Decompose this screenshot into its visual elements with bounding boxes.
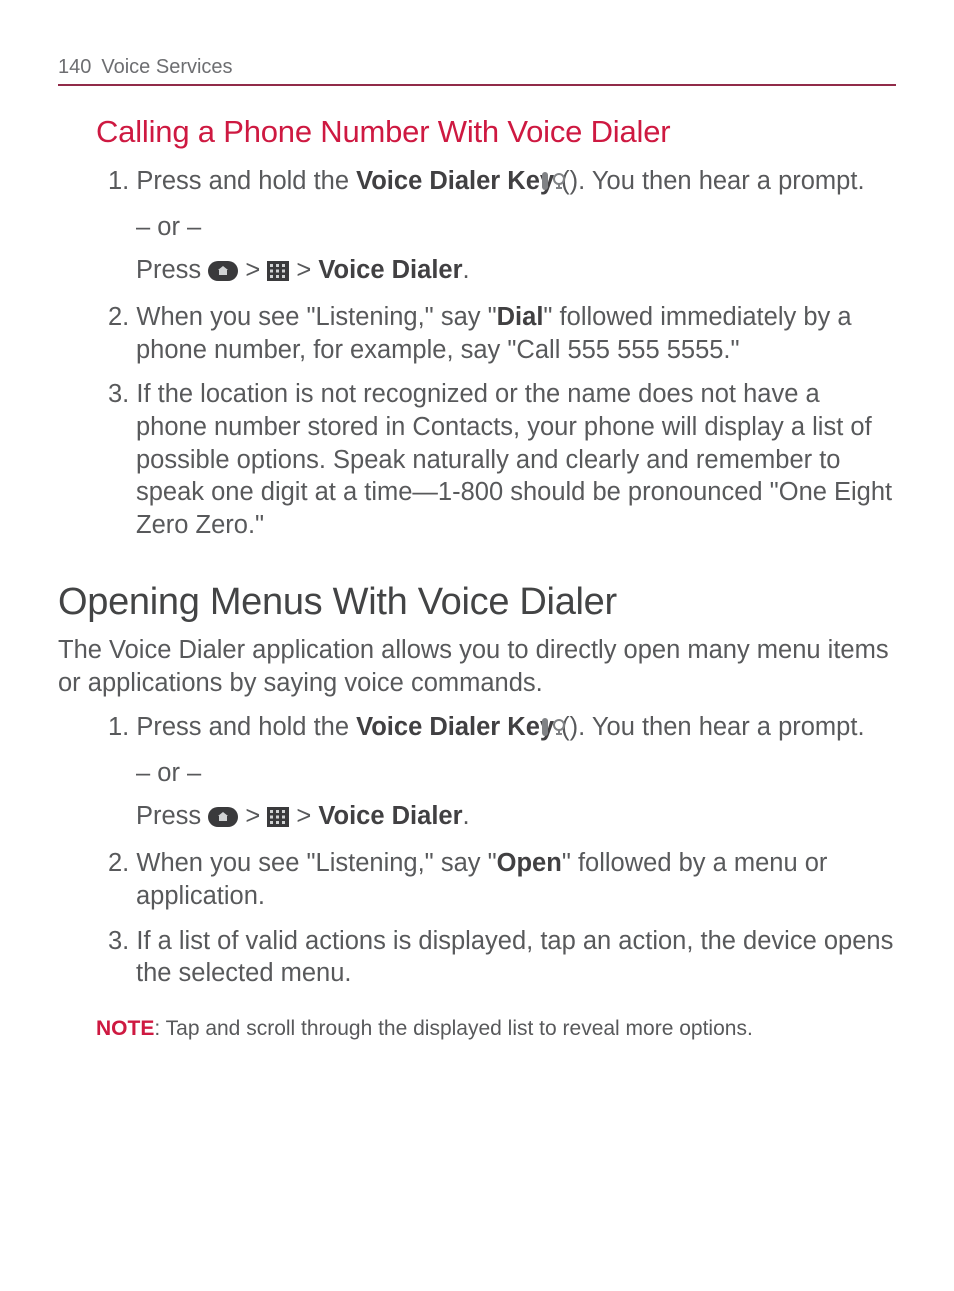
gt: > [238,802,267,830]
step-text: When you see "Listening," say " [136,303,496,331]
home-button-icon [208,257,238,290]
or-text: – or – [136,757,896,790]
step-bold: Open [497,849,562,877]
voice-dialer-label: Voice Dialer [318,256,462,284]
step-bold: Dial [497,303,544,331]
step-text: ). You then hear a prompt. [570,713,865,741]
step-1: 1. Press and hold the Voice Dialer Key (… [108,165,896,301]
step-number: 2. [108,849,129,877]
step-text: Press and hold the [136,167,356,195]
apps-grid-icon [267,803,289,836]
step-number: 2. [108,303,129,331]
step-text: If the location is not recognized or the… [136,380,892,539]
section-name: Voice Services [101,55,232,81]
note-text: : Tap and scroll through the displayed l… [154,1017,752,1040]
step-text: If a list of valid actions is displayed,… [136,927,893,988]
page-number: 140 [58,55,91,81]
note: NOTE: Tap and scroll through the display… [96,1016,896,1043]
main-heading-opening: Opening Menus With Voice Dialer [58,578,896,627]
intro-paragraph: The Voice Dialer application allows you … [58,634,896,699]
gt: > [289,256,318,284]
step-number: 1. [108,713,129,741]
step-3: 3. If the location is not recognized or … [108,378,896,553]
or-text: – or – [136,211,896,244]
gt: > [238,256,267,284]
apps-grid-icon [267,257,289,290]
step-text: When you see "Listening," say " [136,849,496,877]
step-3: 3. If a list of valid actions is display… [108,925,896,1002]
page-header: 140 Voice Services [58,55,896,86]
step-1: 1. Press and hold the Voice Dialer Key (… [108,711,896,847]
home-button-icon [208,803,238,836]
press-text: Press [136,802,208,830]
step-bold: Voice Dialer Key [356,167,554,195]
period: . [463,802,470,830]
period: . [463,256,470,284]
sub-heading-calling: Calling a Phone Number With Voice Dialer [96,112,896,152]
voice-dialer-label: Voice Dialer [318,802,462,830]
step-number: 3. [108,927,129,955]
step-text: ). You then hear a prompt. [570,167,865,195]
press-text: Press [136,256,208,284]
step-2: 2. When you see "Listening," say "Dial" … [108,301,896,378]
gt: > [289,802,318,830]
step-number: 3. [108,380,129,408]
step-text: Press and hold the [136,713,356,741]
step-number: 1. [108,167,129,195]
step-bold: Voice Dialer Key [356,713,554,741]
press-line: Press > > Voice Dialer. [136,800,896,836]
press-line: Press > > Voice Dialer. [136,254,896,290]
step-2: 2. When you see "Listening," say "Open" … [108,847,896,924]
note-label: NOTE [96,1017,154,1040]
